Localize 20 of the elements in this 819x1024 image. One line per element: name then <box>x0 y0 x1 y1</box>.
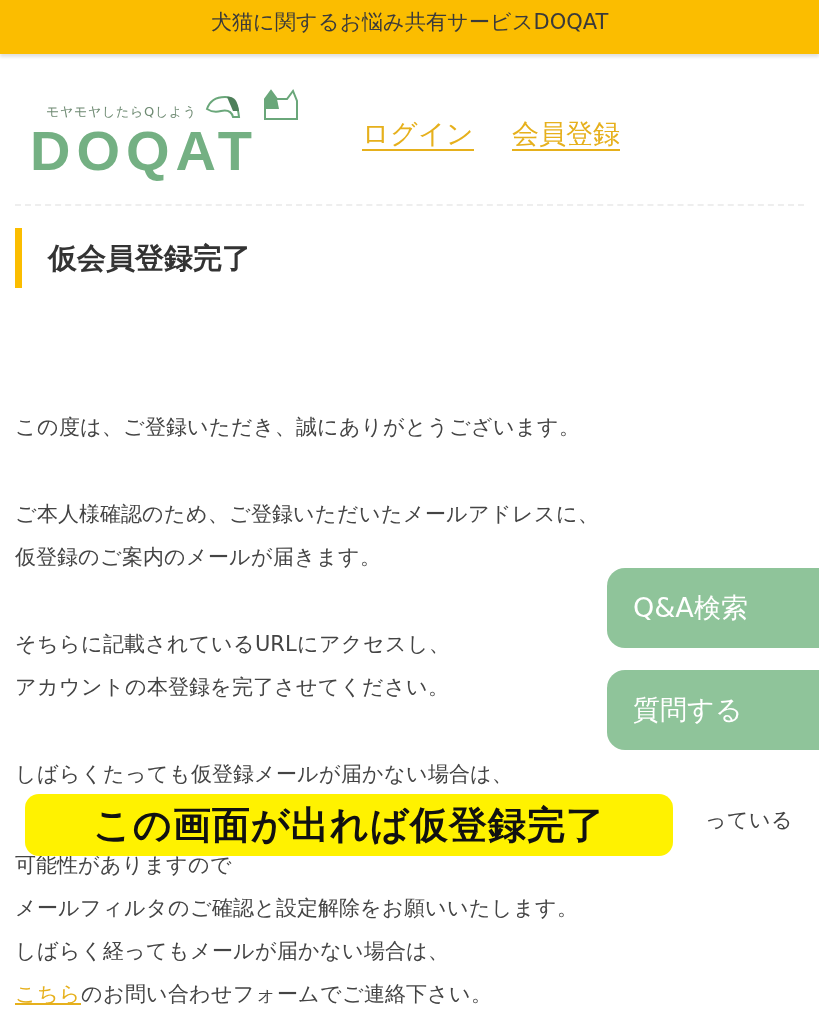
logo-wordmark: DOQAT <box>30 121 260 181</box>
body-text: メールフィルタのご確認と設定解除をお願いいたします。 <box>15 895 578 922</box>
page-heading: 仮会員登録完了 <box>15 228 819 288</box>
annotation-label: この画面が出れば仮登録完了 <box>25 794 673 856</box>
top-banner: 犬猫に関するお悩み共有サービスDOQAT <box>0 0 819 54</box>
body-text: この度は、ご登録いただき、誠にありがとうございます。 <box>15 414 580 441</box>
nav-link[interactable]: ログイン <box>362 116 474 152</box>
contact-link[interactable]: こちら <box>15 982 81 1006</box>
floating-button[interactable]: 質問する <box>607 670 819 750</box>
logo-tagline: モヤモヤしたらQしよう <box>46 103 198 121</box>
body-text: こちら のお問い合わせフォームでご連絡下さい。 <box>15 981 492 1008</box>
body-text: ご本人様確認のため、ご登録いただいたメールアドレスに、 <box>15 501 599 528</box>
body-text: っている <box>705 808 793 832</box>
nav-link[interactable]: 会員登録 <box>512 116 620 152</box>
body-text: そちらに記載されているURLにアクセスし、 <box>15 631 450 658</box>
body-text: 仮登録のご案内のメールが届きます。 <box>15 544 381 571</box>
floating-button[interactable]: Q&A検索 <box>607 568 819 648</box>
body-text: アカウントの本登録を完了させてください。 <box>15 674 449 701</box>
body-text: しばらくたっても仮登録メールが届かない場合は、 <box>15 761 513 788</box>
body-text: しばらく経ってもメールが届かない場合は、 <box>15 938 449 965</box>
